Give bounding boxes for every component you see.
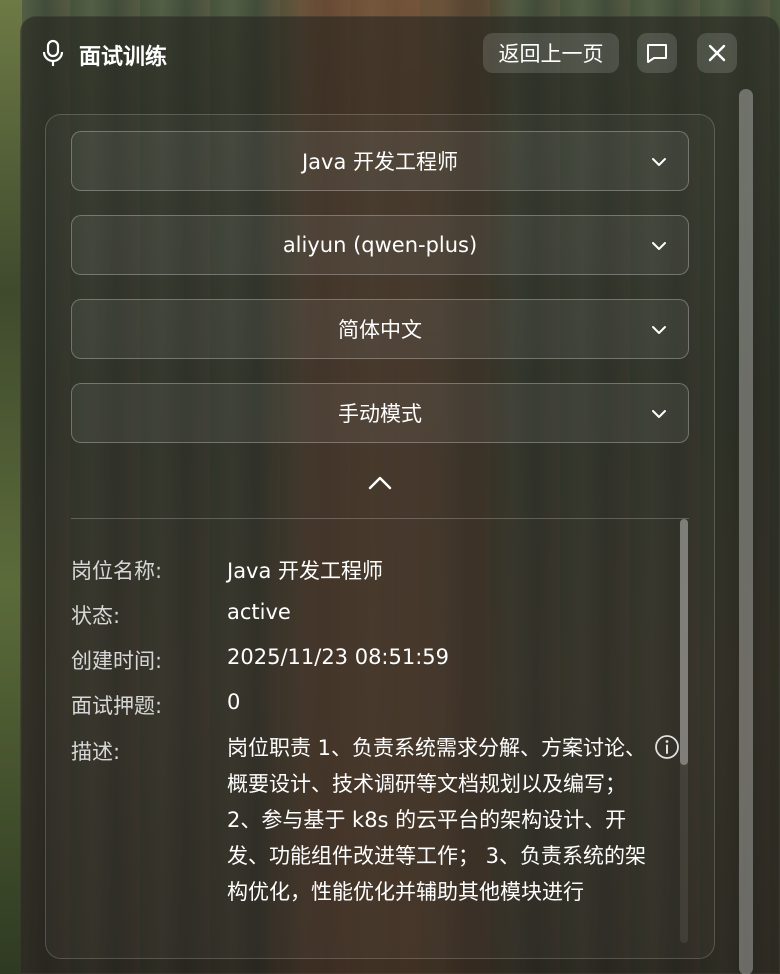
description-label: 描述: bbox=[71, 740, 121, 764]
settings-card: Java 开发工程师 aliyun (qwen-plus) 简体中文 手动模式 bbox=[45, 114, 715, 959]
title-bar: 面试训练 返回上一页 bbox=[21, 17, 779, 89]
close-button[interactable] bbox=[697, 33, 737, 73]
chevron-down-icon bbox=[652, 326, 666, 334]
position-value: Java 开发工程师 bbox=[227, 559, 384, 583]
status-label: 状态: bbox=[71, 604, 121, 628]
status-value: active bbox=[227, 600, 291, 624]
info-icon[interactable] bbox=[654, 734, 680, 760]
window-scrollbar-thumb[interactable] bbox=[739, 89, 753, 974]
language-select-value: 简体中文 bbox=[338, 318, 422, 342]
model-select[interactable]: aliyun (qwen-plus) bbox=[71, 215, 689, 275]
chevron-up-icon bbox=[368, 476, 392, 490]
position-select[interactable]: Java 开发工程师 bbox=[71, 131, 689, 191]
questions-value: 0 bbox=[227, 690, 241, 714]
mode-select-value: 手动模式 bbox=[338, 402, 422, 426]
window-scrollbar[interactable] bbox=[739, 89, 753, 974]
collapse-button[interactable] bbox=[364, 471, 396, 495]
created-value: 2025/11/23 08:51:59 bbox=[227, 645, 450, 669]
position-details: 岗位名称: Java 开发工程师 状态: active 创建时间: 2025/1… bbox=[71, 533, 689, 943]
close-icon bbox=[708, 44, 726, 62]
chevron-down-icon bbox=[652, 410, 666, 418]
back-button[interactable]: 返回上一页 bbox=[483, 33, 619, 73]
questions-label: 面试押题: bbox=[71, 694, 163, 718]
chat-bubble-icon bbox=[647, 44, 667, 63]
details-scrollbar[interactable] bbox=[680, 519, 688, 943]
chat-button[interactable] bbox=[637, 33, 677, 73]
details-scrollbar-thumb[interactable] bbox=[680, 519, 688, 765]
section-divider bbox=[71, 518, 689, 519]
chevron-down-icon bbox=[652, 242, 666, 250]
window-title: 面试训练 bbox=[79, 45, 168, 70]
background-foliage bbox=[0, 0, 22, 974]
position-label: 岗位名称: bbox=[71, 559, 163, 583]
detail-row-description: 描述: 岗位职责 1、负责系统需求分解、方案讨论、概要设计、技术调研等文档规划以… bbox=[71, 730, 689, 943]
model-select-value: aliyun (qwen-plus) bbox=[282, 233, 478, 257]
created-label: 创建时间: bbox=[71, 649, 163, 673]
interview-training-window: 面试训练 返回上一页 Java 开发工程师 aliyun (qwen-plus) bbox=[20, 16, 780, 974]
position-select-value: Java 开发工程师 bbox=[301, 150, 459, 174]
language-select[interactable]: 简体中文 bbox=[71, 299, 689, 359]
microphone-icon bbox=[42, 39, 64, 66]
chevron-down-icon bbox=[652, 158, 666, 166]
description-value: 岗位职责 1、负责系统需求分解、方案讨论、概要设计、技术调研等文档规划以及编写；… bbox=[227, 736, 647, 904]
mode-select[interactable]: 手动模式 bbox=[71, 383, 689, 443]
